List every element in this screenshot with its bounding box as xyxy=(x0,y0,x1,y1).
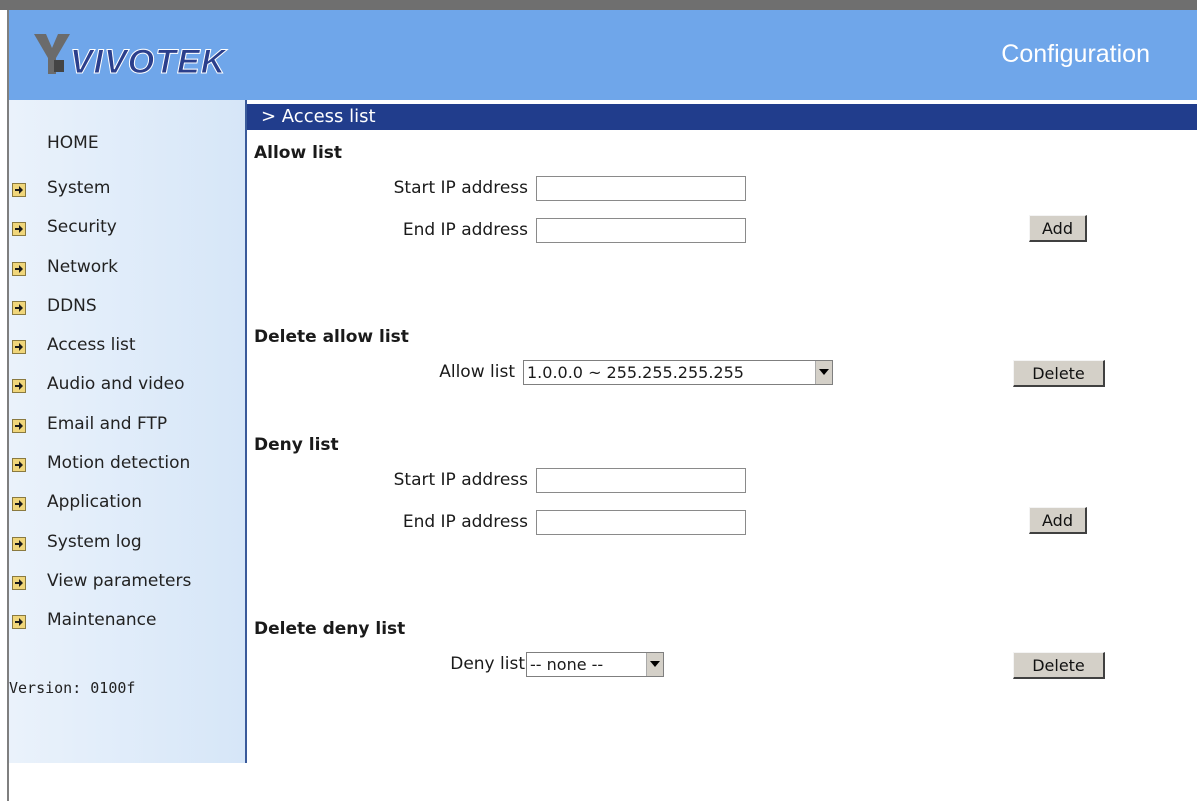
deny-start-ip-input[interactable] xyxy=(536,468,746,493)
deny-list-selected-value: -- none -- xyxy=(530,655,604,674)
window-top-border xyxy=(0,0,1197,10)
deny-list-heading: Deny list xyxy=(254,435,339,455)
main-content: Allow list Start IP address End IP addre… xyxy=(247,130,1197,801)
arrow-right-icon xyxy=(12,183,26,197)
arrow-right-icon xyxy=(12,615,26,630)
deny-add-button[interactable]: Add xyxy=(1029,507,1087,534)
section-title-bar: > Access list xyxy=(247,104,1197,130)
allow-list-select[interactable]: 1.0.0.0 ~ 255.255.255.255 xyxy=(523,360,833,385)
chevron-down-icon[interactable] xyxy=(815,361,832,384)
arrow-right-icon xyxy=(12,379,26,394)
header-bar: VIVOTEK Configuration xyxy=(9,10,1197,100)
arrow-right-icon xyxy=(12,497,26,512)
sidebar-item-label: Application xyxy=(47,492,142,513)
sidebar-item-label: System xyxy=(47,178,111,198)
arrow-right-icon xyxy=(12,222,26,237)
allow-start-ip-label: Start IP address xyxy=(393,178,528,198)
sidebar: HOME System Security Network DDNS Access… xyxy=(9,100,247,763)
allow-add-button[interactable]: Add xyxy=(1029,215,1087,242)
allow-list-heading: Allow list xyxy=(254,143,343,163)
allow-end-ip-input[interactable] xyxy=(536,218,746,243)
delete-deny-list-heading: Delete deny list xyxy=(254,619,406,639)
allow-list-select-label: Allow list xyxy=(439,362,515,382)
sidebar-item-label: Access list xyxy=(47,335,136,356)
allow-delete-button[interactable]: Delete xyxy=(1013,360,1105,387)
window-left-border xyxy=(0,10,9,801)
sidebar-item-label: Maintenance xyxy=(47,610,157,631)
delete-allow-list-heading: Delete allow list xyxy=(254,327,409,347)
section-title: > Access list xyxy=(261,106,376,127)
sidebar-item-label: Security xyxy=(47,217,117,238)
deny-list-select-label: Deny list xyxy=(450,654,525,674)
chevron-down-icon[interactable] xyxy=(646,653,663,676)
sidebar-item-label: Email and FTP xyxy=(47,413,168,434)
deny-end-ip-input[interactable] xyxy=(536,510,746,535)
allow-start-ip-input[interactable] xyxy=(536,176,746,201)
sidebar-item-label: Motion detection xyxy=(47,453,191,474)
version-text: Version: 0100f xyxy=(9,679,136,697)
arrow-right-icon xyxy=(12,300,26,315)
deny-start-ip-label: Start IP address xyxy=(393,470,528,490)
allow-list-selected-value: 1.0.0.0 ~ 255.255.255.255 xyxy=(527,363,744,382)
sidebar-item-label: DDNS xyxy=(47,295,97,316)
deny-list-select[interactable]: -- none -- xyxy=(526,652,664,677)
allow-end-ip-label: End IP address xyxy=(402,220,528,240)
arrow-right-icon xyxy=(12,536,26,551)
arrow-right-icon xyxy=(12,575,26,590)
deny-end-ip-label: End IP address xyxy=(402,512,528,532)
sidebar-footer-blank xyxy=(9,763,247,801)
sidebar-item-label: Network xyxy=(47,256,118,277)
arrow-right-icon xyxy=(12,418,26,433)
svg-text:VIVOTEK: VIVOTEK xyxy=(70,43,228,80)
arrow-right-icon xyxy=(12,458,26,473)
deny-delete-button[interactable]: Delete xyxy=(1013,652,1105,679)
arrow-right-icon xyxy=(12,261,26,276)
sidebar-item-label: Audio and video xyxy=(47,374,185,395)
vivotek-logo: VIVOTEK xyxy=(32,30,262,80)
sidebar-item-label: System log xyxy=(47,531,142,552)
sidebar-home-link[interactable]: HOME xyxy=(47,133,99,153)
page-title: Configuration xyxy=(1001,40,1150,68)
arrow-right-icon xyxy=(12,340,26,355)
sidebar-item-label: View parameters xyxy=(47,570,192,591)
